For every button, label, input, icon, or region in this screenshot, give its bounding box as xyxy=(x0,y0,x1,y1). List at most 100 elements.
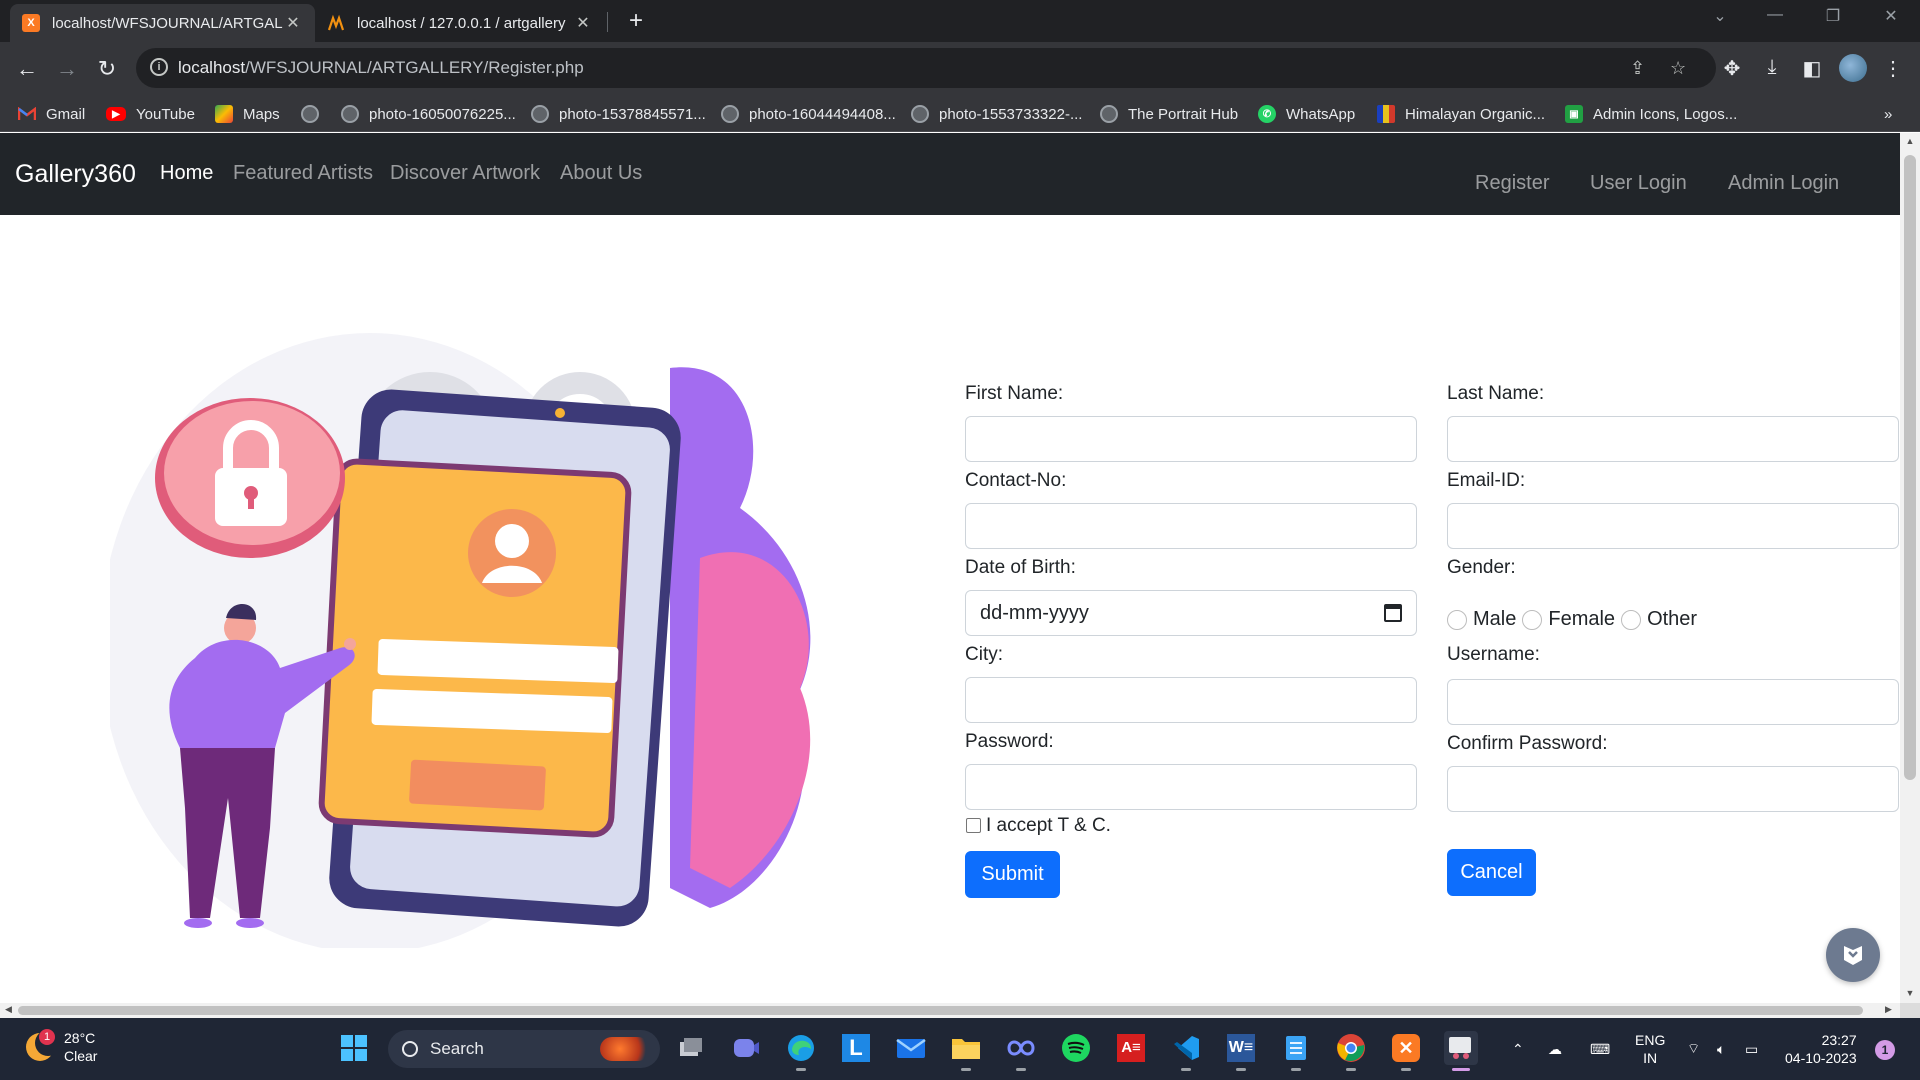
last-name-input[interactable] xyxy=(1447,416,1899,462)
dob-date-input[interactable]: dd-mm-yyyy xyxy=(965,590,1417,636)
notepad-icon[interactable] xyxy=(1279,1031,1313,1071)
vscode-icon[interactable] xyxy=(1169,1031,1203,1071)
bookmark-maps[interactable]: Maps xyxy=(215,103,280,125)
bookmark-globe[interactable] xyxy=(301,103,329,125)
infinity-app-icon[interactable] xyxy=(1004,1031,1038,1071)
email-input[interactable] xyxy=(1447,503,1899,549)
bookmark-gmail[interactable]: Gmail xyxy=(18,103,85,125)
submit-button[interactable]: Submit xyxy=(965,851,1060,898)
extensions-icon[interactable]: ✥ xyxy=(1719,56,1745,81)
bookmark-label: photo-1553733322-... xyxy=(939,105,1083,123)
reload-button[interactable]: ↻ xyxy=(93,55,121,83)
volume-icon[interactable]: 🔈︎ xyxy=(1717,1018,1725,1080)
horizontal-scrollbar[interactable]: ◀ ▶ xyxy=(0,1003,1900,1018)
side-panel-icon[interactable]: ◧ xyxy=(1799,56,1825,81)
nav-register-link[interactable]: Register xyxy=(1475,172,1549,195)
more-bookmarks-button[interactable]: » xyxy=(1884,103,1892,125)
tab-search-chevron-icon[interactable]: ⌄ xyxy=(1705,6,1735,26)
weather-widget[interactable]: 1 28°C Clear xyxy=(26,1029,97,1065)
bookmark-star-icon[interactable]: ☆ xyxy=(1670,58,1686,79)
confirm-password-input[interactable] xyxy=(1447,766,1899,812)
scroll-down-arrow-icon[interactable]: ▼ xyxy=(1904,988,1916,998)
snipping-tool-icon[interactable] xyxy=(1444,1031,1478,1071)
task-view-icon[interactable] xyxy=(674,1031,708,1065)
spotify-icon[interactable] xyxy=(1059,1031,1093,1065)
downloads-icon[interactable]: ⤓ xyxy=(1759,56,1785,79)
nav-admin-login-link[interactable]: Admin Login xyxy=(1728,172,1839,195)
minimize-button[interactable]: — xyxy=(1760,6,1790,24)
show-hidden-icons-chevron[interactable]: ⌃ xyxy=(1512,1018,1524,1080)
nav-user-login-link[interactable]: User Login xyxy=(1590,172,1687,195)
scroll-left-arrow-icon[interactable]: ◀ xyxy=(5,1004,12,1015)
horizontal-scroll-thumb[interactable] xyxy=(18,1006,1863,1015)
browser-tab-phpmyadmin[interactable]: localhost / 127.0.0.1 / artgallery ✕ xyxy=(315,4,605,42)
city-input[interactable] xyxy=(965,677,1417,723)
teams-icon[interactable] xyxy=(729,1031,763,1065)
scroll-right-arrow-icon[interactable]: ▶ xyxy=(1885,1004,1892,1015)
notification-center-badge[interactable]: 1 xyxy=(1875,1040,1895,1060)
back-button[interactable]: ← xyxy=(13,55,41,83)
gender-male-radio[interactable] xyxy=(1447,609,1467,630)
site-info-icon[interactable]: i xyxy=(150,58,168,76)
gender-female-radio[interactable] xyxy=(1522,609,1543,630)
contact-input[interactable] xyxy=(965,503,1417,549)
battery-icon[interactable]: ▭ xyxy=(1745,1018,1758,1080)
mail-icon[interactable] xyxy=(894,1031,928,1065)
email-label: Email-ID: xyxy=(1447,470,1526,491)
acrobat-icon[interactable]: A≡ xyxy=(1114,1031,1148,1065)
forward-button[interactable]: → xyxy=(53,55,81,83)
nav-home-link[interactable]: Home xyxy=(160,162,213,185)
keyboard-icon[interactable]: ⌨ xyxy=(1590,1018,1610,1080)
bookmark-portrait-hub[interactable]: The Portrait Hub xyxy=(1100,103,1238,125)
first-name-input[interactable] xyxy=(965,416,1417,462)
bookmark-photo-4[interactable]: photo-1553733322-... xyxy=(911,103,1082,125)
new-tab-button[interactable]: + xyxy=(622,8,650,36)
bookmark-whatsapp[interactable]: ✆ WhatsApp xyxy=(1258,103,1355,125)
bookmark-photo-3[interactable]: photo-16044494408... xyxy=(721,103,896,125)
calendar-icon[interactable] xyxy=(1384,604,1402,622)
menu-kebab-icon[interactable]: ⋮ xyxy=(1880,56,1906,81)
language-indicator[interactable]: ENG IN xyxy=(1635,1031,1665,1067)
word-icon[interactable]: W≡ xyxy=(1224,1031,1258,1071)
scroll-up-arrow-icon[interactable]: ▲ xyxy=(1904,136,1916,146)
nav-featured-artists-link[interactable]: Featured Artists xyxy=(233,162,373,185)
browser-tab-register[interactable]: X localhost/WFSJOURNAL/ARTGAL ✕ xyxy=(10,4,315,42)
share-icon[interactable]: ⇪ xyxy=(1630,58,1645,79)
bookmark-photo-1[interactable]: photo-16050076225... xyxy=(341,103,516,125)
file-explorer-icon[interactable] xyxy=(949,1031,983,1071)
onedrive-icon[interactable]: ☁ xyxy=(1548,1018,1562,1080)
edge-icon[interactable] xyxy=(784,1031,818,1071)
chrome-icon[interactable] xyxy=(1334,1031,1368,1071)
close-tab-icon[interactable]: ✕ xyxy=(283,13,303,33)
clock[interactable]: 23:27 04-10-2023 xyxy=(1785,1031,1857,1067)
nav-about-us-link[interactable]: About Us xyxy=(560,162,642,185)
gender-other-radio[interactable] xyxy=(1621,609,1642,630)
url-text[interactable]: localhost/WFSJOURNAL/ARTGALLERY/Register… xyxy=(178,58,584,78)
password-input[interactable] xyxy=(965,764,1417,810)
xampp-icon[interactable]: ✕ xyxy=(1389,1031,1423,1071)
url-path: /WFSJOURNAL/ARTGALLERY/Register.php xyxy=(245,58,584,77)
restore-button[interactable]: ❐ xyxy=(1818,6,1848,26)
bookmark-admin-icons[interactable]: ▣ Admin Icons, Logos... xyxy=(1565,103,1737,125)
terms-checkbox[interactable] xyxy=(966,818,981,833)
cancel-button[interactable]: Cancel xyxy=(1447,849,1536,896)
brand-logo[interactable]: Gallery360 xyxy=(15,160,136,189)
wifi-icon[interactable]: ⌔ xyxy=(1687,1018,1700,1080)
globe-icon xyxy=(341,105,359,123)
taskbar-search[interactable]: Search xyxy=(388,1030,660,1068)
floating-extension-button[interactable] xyxy=(1826,928,1880,982)
vertical-scrollbar[interactable]: ▲ ▼ xyxy=(1900,133,1920,1003)
username-input[interactable] xyxy=(1447,679,1899,725)
vertical-scroll-thumb[interactable] xyxy=(1904,155,1916,780)
nav-discover-artwork-link[interactable]: Discover Artwork xyxy=(390,162,540,185)
shield-icon xyxy=(1844,946,1862,965)
start-button[interactable] xyxy=(337,1031,371,1065)
address-bar[interactable]: i localhost/WFSJOURNAL/ARTGALLERY/Regist… xyxy=(136,48,1716,88)
close-window-button[interactable]: ✕ xyxy=(1876,6,1906,26)
profile-avatar[interactable] xyxy=(1839,54,1867,82)
bookmark-youtube[interactable]: ▶ YouTube xyxy=(106,103,195,125)
close-tab-icon[interactable]: ✕ xyxy=(573,13,593,33)
bookmark-himalayan[interactable]: Himalayan Organic... xyxy=(1377,103,1545,125)
bookmark-photo-2[interactable]: photo-15378845571... xyxy=(531,103,706,125)
launcher-icon[interactable]: L xyxy=(839,1031,873,1065)
